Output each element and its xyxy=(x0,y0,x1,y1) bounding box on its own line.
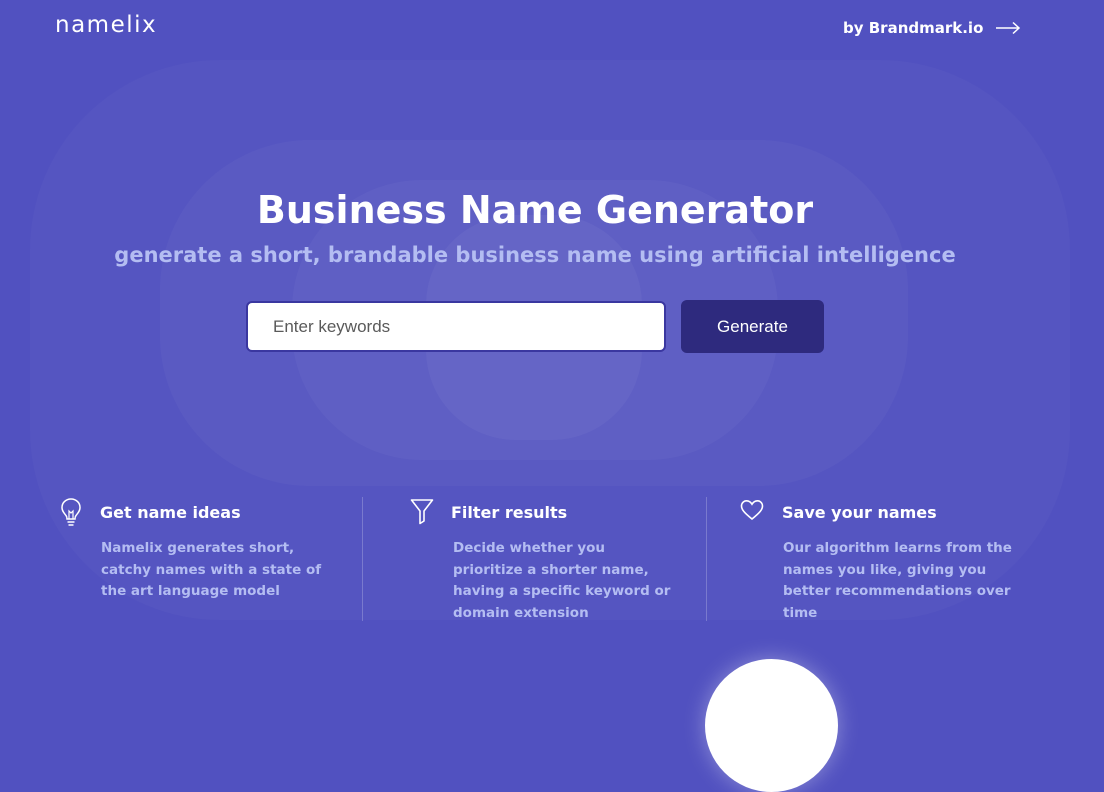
page-title: Business Name Generator xyxy=(256,188,814,232)
feature-title: Filter results xyxy=(451,503,568,522)
keyword-input[interactable] xyxy=(246,301,666,352)
generate-button[interactable]: Generate xyxy=(681,300,824,353)
feature-title: Save your names xyxy=(782,503,937,522)
feature-description: Decide whether you prioritize a shorter … xyxy=(453,540,671,621)
divider xyxy=(362,497,363,621)
filter-icon xyxy=(410,499,434,525)
floating-circle xyxy=(705,659,838,792)
feature-description: Our algorithm learns from the names you … xyxy=(783,540,1012,621)
heart-icon xyxy=(740,499,764,521)
feature-description: Namelix generates short, catchy names wi… xyxy=(101,540,322,599)
arrow-right-icon xyxy=(996,21,1021,35)
brandmark-link-label: by Brandmark.io xyxy=(843,19,984,37)
page-subtitle: generate a short, brandable business nam… xyxy=(114,243,956,267)
feature-title: Get name ideas xyxy=(100,503,241,522)
lightbulb-icon xyxy=(61,498,81,526)
logo[interactable]: namelix xyxy=(55,12,157,38)
divider xyxy=(706,497,707,621)
brandmark-link[interactable]: by Brandmark.io xyxy=(843,19,1021,37)
